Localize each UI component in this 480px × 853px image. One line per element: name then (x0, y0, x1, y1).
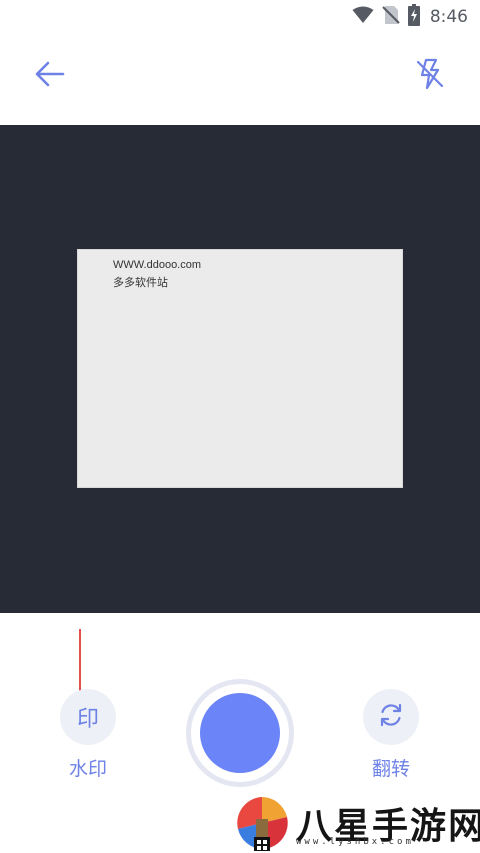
watermark-char: 网 (448, 806, 480, 847)
watermark-button[interactable]: 印 水印 (60, 689, 116, 781)
flip-label: 翻转 (371, 758, 410, 780)
flash-off-icon (415, 58, 445, 94)
battery-charging-icon (407, 4, 420, 30)
stamp-icon: 印 (76, 707, 99, 732)
back-button[interactable] (30, 56, 70, 96)
watermark-label: 水印 (68, 758, 107, 780)
arrow-left-icon (35, 61, 65, 91)
camera-preview: WWW.ddooo.com 多多软件站 (0, 125, 480, 613)
watermark-char: 游 (410, 806, 448, 847)
refresh-icon (377, 701, 405, 733)
scanned-document: WWW.ddooo.com 多多软件站 (77, 249, 403, 488)
flip-icon-circle (363, 689, 419, 745)
site-watermark-url: www.lyshbx.com (296, 837, 414, 847)
top-bar (0, 34, 480, 125)
flip-button[interactable]: 翻转 (363, 689, 419, 781)
bottom-controls: 印 水印 翻转 八 星 手 游 网 www.lyshbx.com (0, 613, 480, 853)
document-text-line1: WWW.ddooo.com (113, 259, 202, 271)
shutter-button[interactable] (186, 679, 294, 787)
status-bar: 8:46 (0, 0, 480, 34)
site-logo-icon (234, 795, 290, 851)
wifi-icon (352, 6, 374, 28)
shutter-inner (200, 693, 280, 773)
watermark-icon-circle: 印 (60, 689, 116, 745)
status-time: 8:46 (429, 7, 468, 27)
status-icons: 8:46 (352, 4, 468, 30)
flash-toggle-button[interactable] (410, 56, 450, 96)
document-text-line2: 多多软件站 (113, 277, 168, 289)
no-sim-icon (382, 5, 400, 29)
